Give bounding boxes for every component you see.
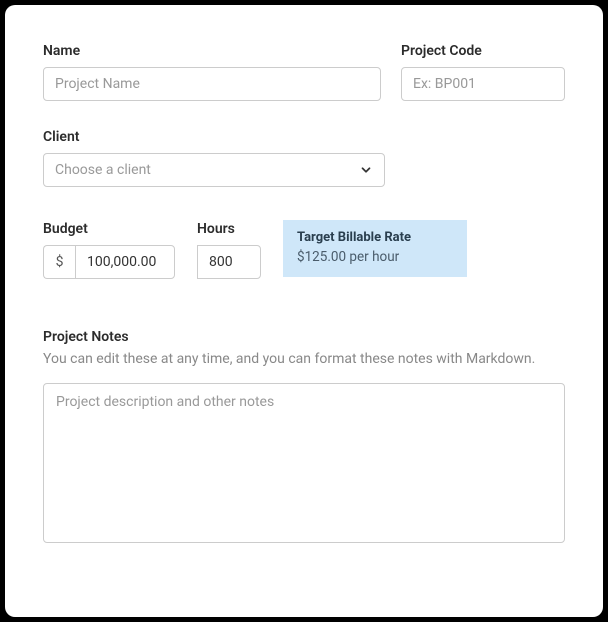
name-field: Name <box>43 43 381 101</box>
budget-input[interactable] <box>75 245 175 279</box>
target-rate-value: $125.00 per hour <box>297 249 453 265</box>
hours-field: Hours <box>197 221 261 279</box>
name-label: Name <box>43 43 381 59</box>
client-label: Client <box>43 129 565 145</box>
hours-input[interactable] <box>197 245 261 279</box>
budget-label: Budget <box>43 221 175 237</box>
budget-field: Budget $ <box>43 221 175 279</box>
currency-symbol: $ <box>43 245 75 279</box>
client-field: Client <box>43 129 565 187</box>
project-code-field: Project Code <box>401 43 565 101</box>
notes-label: Project Notes <box>43 329 565 345</box>
notes-section: Project Notes You can edit these at any … <box>43 329 565 547</box>
client-select[interactable] <box>43 153 385 187</box>
notes-help-text: You can edit these at any time, and you … <box>43 351 565 367</box>
project-code-label: Project Code <box>401 43 565 59</box>
target-rate-box: Target Billable Rate $125.00 per hour <box>283 220 467 277</box>
name-input[interactable] <box>43 67 381 101</box>
project-code-input[interactable] <box>401 67 565 101</box>
target-rate-title: Target Billable Rate <box>297 230 453 245</box>
project-form: Name Project Code Client Budget $ Hours <box>5 5 603 617</box>
notes-textarea[interactable] <box>43 383 565 543</box>
hours-label: Hours <box>197 221 261 237</box>
